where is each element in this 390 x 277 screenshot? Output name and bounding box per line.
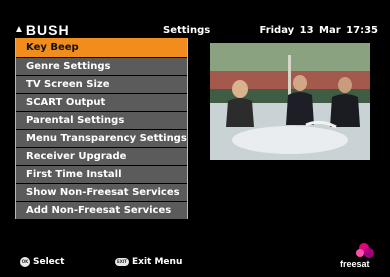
menu-item-genre-settings[interactable]: Genre Settings (16, 58, 187, 75)
tv-preview-image (210, 43, 370, 160)
date-time: Friday 13 Mar 17:35 (259, 25, 379, 36)
freesat-swirl-icon (356, 243, 374, 258)
select-hint: OK Select (20, 257, 64, 267)
menu-item-key-beep[interactable]: Key Beep (16, 38, 187, 57)
settings-menu: Key Beep Genre Settings TV Screen Size S… (15, 38, 188, 219)
tv-settings-screen: ▲ BUSH Settings Friday 13 Mar 17:35 Key … (0, 0, 390, 277)
freesat-logo: freesat (340, 242, 380, 270)
exit-hint: EXIT Exit Menu (115, 257, 182, 267)
brand-name: BUSH (25, 22, 70, 38)
menu-item-menu-transparency-settings[interactable]: Menu Transparency Settings (16, 130, 187, 147)
live-tv-preview (210, 43, 370, 160)
header: ▲ BUSH Settings Friday 13 Mar 17:35 (0, 0, 390, 40)
menu-item-receiver-upgrade[interactable]: Receiver Upgrade (16, 148, 187, 165)
exit-button-icon: EXIT (115, 258, 129, 266)
ok-button-icon: OK (20, 257, 30, 267)
freesat-logo-text: freesat (340, 259, 370, 269)
menu-item-scart-output[interactable]: SCART Output (16, 94, 187, 111)
menu-item-parental-settings[interactable]: Parental Settings (16, 112, 187, 129)
select-label: Select (33, 257, 65, 267)
menu-item-first-time-install[interactable]: First Time Install (16, 166, 187, 183)
menu-item-add-non-freesat-services[interactable]: Add Non-Freesat Services (16, 202, 187, 219)
page-title: Settings (163, 25, 211, 36)
bush-mark-icon: ▲ (14, 24, 25, 35)
brand-logo: ▲ BUSH (14, 22, 70, 38)
menu-item-show-non-freesat-services[interactable]: Show Non-Freesat Services (16, 184, 187, 201)
exit-menu-label: Exit Menu (132, 257, 183, 267)
menu-item-tv-screen-size[interactable]: TV Screen Size (16, 76, 187, 93)
